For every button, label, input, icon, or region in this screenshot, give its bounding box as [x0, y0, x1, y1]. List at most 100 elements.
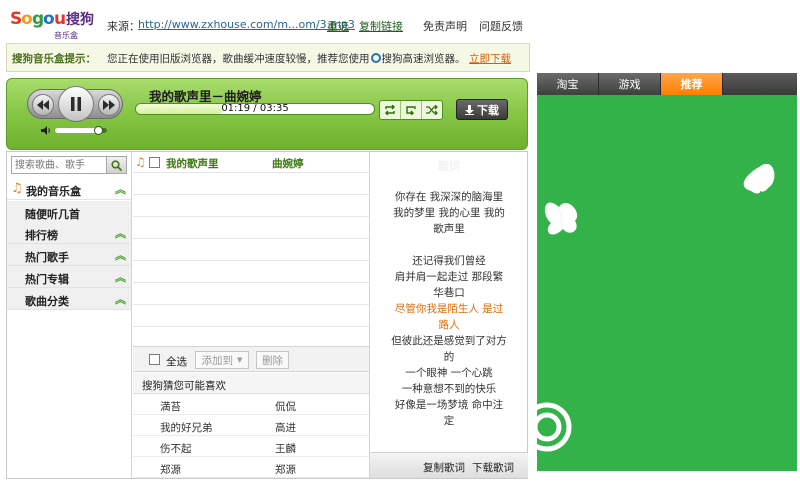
sidebar-item-label: 歌曲分类 [25, 295, 69, 308]
download-icon [465, 104, 474, 115]
recommend-row[interactable]: 満苔 侃侃 [133, 395, 369, 415]
loop-one-button[interactable] [401, 101, 422, 119]
ad-artwork [537, 163, 775, 452]
copy-lyrics-link[interactable]: 复制歌词 [423, 460, 465, 475]
tab-label: 淘宝 [556, 78, 579, 91]
playlist-row[interactable]: ♫ 我的歌声里 曲婉婷 [133, 152, 369, 173]
next-button[interactable] [98, 94, 120, 116]
progress-bar[interactable]: 01:19 / 03:35 [135, 103, 375, 115]
recommend-artist: 侃侃 [275, 401, 296, 413]
recommend-song: 郑源 [160, 464, 181, 476]
row-checkbox[interactable] [149, 157, 160, 168]
add-to-label: 添加到 [201, 354, 234, 367]
pause-button[interactable] [58, 86, 94, 122]
browser-icon [370, 53, 381, 63]
playlist-song-artist: 曲婉婷 [272, 158, 304, 170]
reselect-link[interactable]: 重选 [327, 18, 349, 34]
dropdown-arrow-icon: ▼ [237, 356, 243, 364]
tab-games[interactable]: 游戏 [599, 73, 661, 95]
playlist-empty-row [133, 284, 369, 305]
music-note-icon: ♫ [11, 181, 23, 196]
butterfly-icon [743, 163, 775, 194]
playlist-song-title: 我的歌声里 [166, 158, 219, 170]
lyric-line: 但彼此还是感觉到了对方 [391, 335, 507, 347]
chevron-up-icon: ︽ [115, 293, 126, 306]
sidebar-item-random[interactable]: 随便听几首 [7, 201, 131, 223]
svg-text:u: u [54, 9, 66, 29]
delete-button[interactable]: 删除 [256, 351, 289, 369]
search-icon [111, 159, 122, 171]
source-url-link[interactable]: http://www.zxhouse.com/m...om/3.mp3 [138, 18, 355, 31]
sidebar-item-hot-albums[interactable]: 热门专辑 ︽ [7, 266, 131, 288]
volume-fill [55, 128, 100, 133]
sidebar-item-categories[interactable]: 歌曲分类 ︽ [7, 288, 131, 310]
tab-bar-filler [723, 73, 797, 95]
chevron-up-icon: ︽ [115, 249, 126, 262]
right-tab-bar: 淘宝 游戏 推荐 [537, 73, 797, 95]
playlist-empty-row [133, 262, 369, 283]
lyric-line: 肩并肩一起走过 那段繁 [394, 271, 504, 283]
notice-text: 您正在使用旧版浏览器，歌曲缓冲速度较慢，推荐您使用 搜狗高速浏览器。 [107, 51, 466, 66]
next-icon [103, 100, 115, 110]
tab-recommend[interactable]: 推荐 [661, 73, 723, 95]
download-lyrics-link[interactable]: 下载歌词 [472, 460, 514, 475]
feedback-link[interactable]: 问题反馈 [479, 18, 523, 34]
volume-icon[interactable] [41, 126, 51, 135]
recommend-song: 伤不起 [160, 443, 192, 455]
lyric-line-current: 尽管你我是陌生人 是过 [394, 303, 504, 315]
progress-time: 01:19 / 03:35 [221, 103, 289, 114]
sidebar-item-charts[interactable]: 排行榜 ︽ [7, 222, 131, 244]
prev-button[interactable] [32, 94, 54, 116]
sogou-logo: S o g o u 搜狗 音乐盒 [10, 8, 100, 40]
lyrics-ghost-title: 歌词 [438, 160, 460, 173]
lyrics-footer: 复制歌词 下载歌词 [370, 452, 528, 478]
tab-label: 游戏 [618, 78, 641, 91]
playlist-panel: ♫ 我的歌声里 曲婉婷 全选 添加到 ▼ 删除 搜狗猜您可能喜欢 満苔 侃侃 我… [133, 152, 369, 478]
copy-link-link[interactable]: 复制链接 [359, 18, 403, 34]
player-bar: 我的歌声里－曲婉婷 01:19 / 03:35 下载 [6, 78, 528, 150]
disclaimer-link[interactable]: 免责声明 [423, 18, 467, 34]
source-label: 来源： [107, 20, 140, 33]
recommend-row[interactable]: 郑源 郑源 [133, 458, 369, 478]
notice-text-after: 搜狗高速浏览器。 [381, 53, 466, 65]
recommend-title: 搜狗猜您可能喜欢 [142, 380, 226, 392]
sidebar-item-label: 热门专辑 [25, 273, 69, 286]
svg-text:搜狗: 搜狗 [66, 11, 94, 28]
main-panel: ♫ 我的音乐盒 ︽ 随便听几首 排行榜 ︽ 热门歌手 ︽ 热门专辑 ︽ 歌曲分类… [6, 151, 528, 479]
recommend-artist: 王麟 [275, 443, 296, 455]
download-now-link[interactable]: 立即下载 [469, 51, 511, 66]
sidebar-item-my-music[interactable]: ♫ 我的音乐盒 ︽ [7, 178, 131, 200]
search-button[interactable] [106, 157, 126, 173]
volume-knob[interactable] [94, 126, 104, 135]
lyric-line: 一种意想不到的快乐 [401, 383, 497, 395]
logo-subtitle: 音乐盒 [54, 31, 78, 40]
search-input[interactable] [12, 157, 104, 173]
lyric-line: 一个眼神 一个心跳 [405, 367, 493, 379]
add-to-button[interactable]: 添加到 ▼ [195, 351, 249, 369]
play-mode-group [379, 100, 443, 120]
pause-icon [71, 97, 81, 111]
browser-notice-bar: 搜狗音乐盒提示： 您正在使用旧版浏览器，歌曲缓冲速度较慢，推荐您使用 搜狗高速浏览… [6, 43, 530, 72]
select-all-label: 全选 [166, 356, 187, 368]
lyric-line: 歌声里 [433, 223, 465, 235]
loop-all-button[interactable] [380, 101, 401, 119]
loop-all-icon [385, 105, 395, 115]
volume-slider[interactable] [55, 126, 107, 135]
select-all-checkbox[interactable] [149, 354, 160, 365]
download-label: 下载 [477, 103, 499, 117]
shuffle-button[interactable] [422, 101, 442, 119]
download-button[interactable]: 下载 [456, 99, 508, 120]
lyric-line: 的 [443, 351, 455, 363]
sidebar-item-label: 热门歌手 [25, 251, 69, 264]
svg-text:o: o [21, 9, 33, 29]
ad-banner[interactable] [537, 95, 797, 471]
recommend-artist: 高进 [275, 422, 296, 434]
recommend-row[interactable]: 伤不起 王麟 [133, 437, 369, 457]
tab-taobao[interactable]: 淘宝 [537, 73, 599, 95]
playlist-empty-row [133, 306, 369, 327]
swirl-icon [537, 402, 572, 452]
recommend-row[interactable]: 我的好兄弟 高进 [133, 416, 369, 436]
search-box [11, 156, 127, 174]
lyric-line: 还记得我们曾经 [412, 255, 486, 267]
sidebar-item-hot-singers[interactable]: 热门歌手 ︽ [7, 244, 131, 266]
